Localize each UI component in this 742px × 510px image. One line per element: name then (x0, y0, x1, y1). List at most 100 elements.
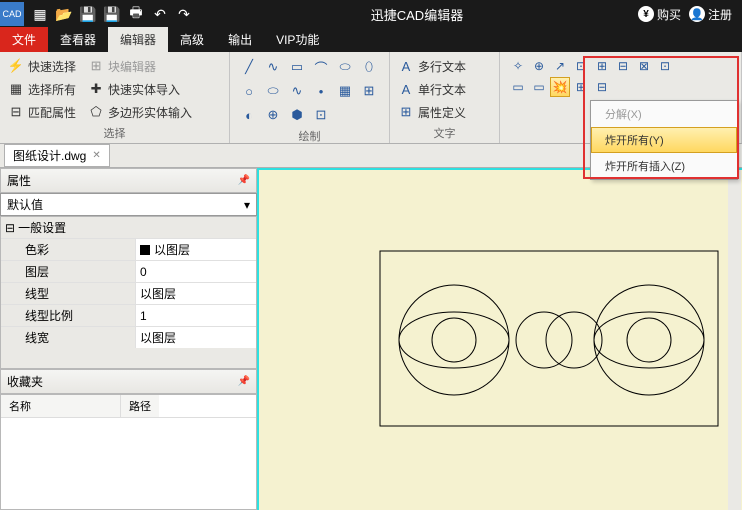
saveas-icon[interactable]: 💾 (100, 2, 124, 26)
tab-vip[interactable]: VIP功能 (264, 27, 331, 52)
pin-icon[interactable]: 📌 (238, 376, 250, 387)
quick-select-icon: ⚡ (8, 58, 24, 74)
arc-icon[interactable]: ⌒ (310, 56, 332, 78)
vertical-scrollbar[interactable] (728, 170, 741, 510)
tool14-icon[interactable]: ⊕ (262, 104, 284, 126)
e3-icon[interactable]: ↗ (550, 56, 570, 76)
spline-icon[interactable]: ∿ (286, 80, 308, 102)
drawing-canvas[interactable] (257, 168, 742, 510)
e7-icon[interactable]: ⊠ (634, 56, 654, 76)
chevron-down-icon: ▾ (244, 198, 250, 212)
tab-advanced[interactable]: 高级 (168, 27, 216, 52)
color-swatch (140, 245, 150, 255)
point-icon[interactable]: • (310, 80, 332, 102)
poly-icon: ⬠ (88, 104, 104, 120)
tool13-icon[interactable]: ◐ (238, 104, 260, 126)
polyline-icon[interactable]: ∿ (262, 56, 284, 78)
prop-lineweight[interactable]: 线宽以图层 (1, 326, 256, 348)
group-label-text: 文字 (398, 123, 491, 143)
quick-access-toolbar: ▦ 📂 💾 💾 🖶 ↶ ↷ (26, 2, 196, 26)
default-combo[interactable]: 默认值 ▾ (0, 193, 257, 216)
hatch-icon[interactable]: ▦ (334, 80, 356, 102)
collapse-icon: ⊟ (5, 221, 15, 235)
e4-icon[interactable]: ⊡ (571, 56, 591, 76)
menu-explode-all-insert[interactable]: 炸开所有插入(Z) (591, 153, 737, 179)
properties-panel-header[interactable]: 属性 📌 (0, 168, 257, 193)
app-logo: CAD (0, 2, 24, 26)
attrdef-button[interactable]: ⊞属性定义 (398, 102, 466, 122)
col-name[interactable]: 名称 (1, 395, 121, 417)
tab-output[interactable]: 输出 (216, 27, 264, 52)
explode-dropdown: 分解(X) 炸开所有(Y) 炸开所有插入(Z) (590, 100, 738, 180)
save-icon[interactable]: 💾 (76, 2, 100, 26)
block-editor-button: ⊞块编辑器 (88, 56, 192, 76)
titlebar: CAD ▦ 📂 💾 💾 🖶 ↶ ↷ 迅捷CAD编辑器 ¥购买 👤注册 (0, 0, 742, 28)
menu-explode[interactable]: 分解(X) (591, 101, 737, 127)
tool12-icon[interactable]: ⊞ (358, 80, 380, 102)
mtext-button[interactable]: A多行文本 (398, 56, 466, 76)
col-path[interactable]: 路径 (121, 395, 159, 417)
rect-icon[interactable]: ▭ (286, 56, 308, 78)
favorites-panel-header[interactable]: 收藏夹 📌 (0, 369, 257, 394)
prop-ltscale[interactable]: 线型比例1 (1, 304, 256, 326)
e6-icon[interactable]: ⊟ (613, 56, 633, 76)
coin-icon: ¥ (638, 6, 654, 22)
select-all-icon: ▦ (8, 81, 24, 97)
tool6-icon[interactable]: ⬯ (358, 56, 380, 78)
undo-icon[interactable]: ↶ (148, 2, 172, 26)
category-general[interactable]: ⊟一般设置 (1, 217, 256, 238)
workspace: 属性 📌 默认值 ▾ ⊟一般设置 色彩以图层 图层0 线型以图层 线型比例1 线… (0, 168, 742, 510)
prop-linetype[interactable]: 线型以图层 (1, 282, 256, 304)
redo-icon[interactable]: ↷ (172, 2, 196, 26)
group-label-draw: 绘制 (238, 126, 381, 146)
tab-viewer[interactable]: 查看器 (48, 27, 108, 52)
open-icon[interactable]: 📂 (52, 2, 76, 26)
prop-color[interactable]: 色彩以图层 (1, 238, 256, 260)
text-icon: A (398, 81, 414, 97)
pin-icon[interactable]: 📌 (238, 175, 250, 186)
match-icon: ⊟ (8, 104, 24, 120)
mtext-icon: A (398, 58, 414, 74)
block-editor-icon: ⊞ (88, 58, 104, 74)
tool5-icon[interactable]: ⬭ (334, 56, 356, 78)
e10-icon[interactable]: ▭ (529, 77, 549, 97)
close-tab-icon[interactable]: ✕ (92, 150, 100, 161)
attr-icon: ⊞ (398, 104, 414, 120)
line-icon[interactable]: ╱ (238, 56, 260, 78)
quick-select-button[interactable]: ⚡快速选择 (8, 56, 76, 76)
tool16-icon[interactable]: ⊡ (310, 104, 332, 126)
e13-icon[interactable]: ⊟ (592, 77, 612, 97)
tab-editor[interactable]: 编辑器 (108, 27, 168, 52)
e5-icon[interactable]: ⊞ (592, 56, 612, 76)
cad-drawing (379, 250, 719, 450)
e8-icon[interactable]: ⊡ (655, 56, 675, 76)
poly-entity-import-button[interactable]: ⬠多边形实体输入 (88, 102, 192, 122)
group-label-select: 选择 (8, 123, 221, 143)
left-dock: 属性 📌 默认值 ▾ ⊟一般设置 色彩以图层 图层0 线型以图层 线型比例1 线… (0, 168, 257, 510)
select-all-button[interactable]: ▦选择所有 (8, 79, 76, 99)
text-button[interactable]: A单行文本 (398, 79, 466, 99)
import-icon: ✚ (88, 81, 104, 97)
ellipse-icon[interactable]: ⬭ (262, 80, 284, 102)
draw-tools-grid: ╱ ∿ ▭ ⌒ ⬭ ⬯ ○ ⬭ ∿ • ▦ ⊞ ◐ ⊕ ⬢ ⊡ (238, 56, 380, 126)
e12-icon[interactable]: ⊞ (571, 77, 591, 97)
match-props-button[interactable]: ⊟匹配属性 (8, 102, 76, 122)
user-icon: 👤 (689, 6, 705, 22)
new-icon[interactable]: ▦ (28, 2, 52, 26)
document-tab[interactable]: 图纸设计.dwg ✕ (4, 144, 110, 167)
explode-dropdown-icon[interactable]: 💥 (550, 77, 570, 97)
tab-file[interactable]: 文件 (0, 27, 48, 52)
property-grid: ⊟一般设置 色彩以图层 图层0 线型以图层 线型比例1 线宽以图层 (0, 216, 257, 369)
buy-link[interactable]: ¥购买 (638, 6, 681, 23)
menu-explode-all[interactable]: 炸开所有(Y) (591, 127, 737, 153)
e2-icon[interactable]: ⊕ (529, 56, 549, 76)
prop-layer[interactable]: 图层0 (1, 260, 256, 282)
register-link[interactable]: 👤注册 (689, 6, 732, 23)
tool15-icon[interactable]: ⬢ (286, 104, 308, 126)
quick-entity-import-button[interactable]: ✚快速实体导入 (88, 79, 192, 99)
circle-icon[interactable]: ○ (238, 80, 260, 102)
print-icon[interactable]: 🖶 (124, 2, 148, 26)
e1-icon[interactable]: ✧ (508, 56, 528, 76)
e9-icon[interactable]: ▭ (508, 77, 528, 97)
favorites-body: 名称 路径 (0, 394, 257, 510)
